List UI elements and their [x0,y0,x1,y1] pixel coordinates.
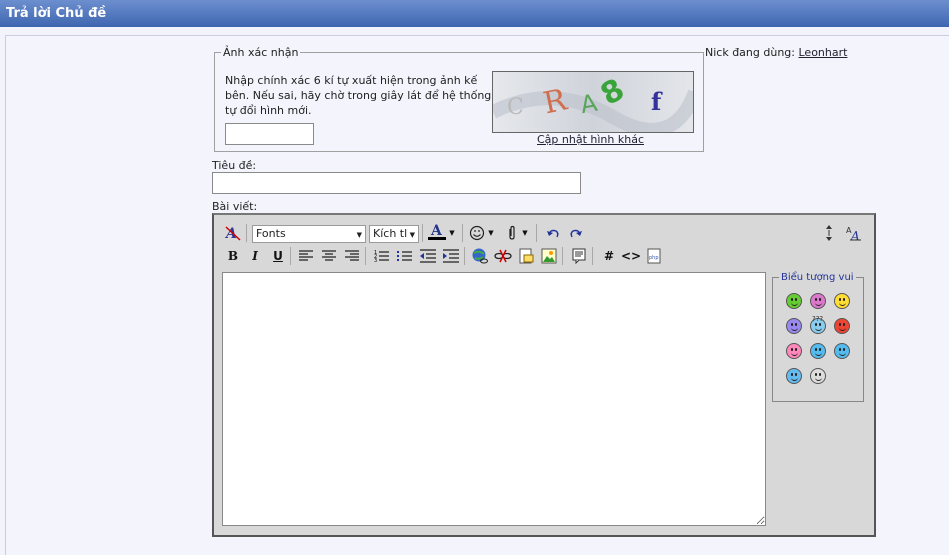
code-icon[interactable]: <> [621,246,641,266]
smiley-angry-icon[interactable] [834,318,850,334]
title-input[interactable] [212,172,581,194]
page-header: Trả lời Chủ đề [0,0,949,27]
quote-icon[interactable] [569,246,589,266]
smiley-grin-icon[interactable] [786,293,802,309]
body-label: Bài viết: [212,200,258,213]
resize-icon[interactable] [822,223,836,243]
redo-icon[interactable] [566,223,586,243]
insert-email-icon[interactable] [516,246,536,266]
smiley-shocked-icon[interactable] [810,368,826,384]
insert-image-icon[interactable] [539,246,559,266]
remove-format-icon[interactable]: A [223,223,243,243]
captcha-char: A [578,89,600,120]
indent-icon[interactable] [441,246,461,266]
undo-icon[interactable] [543,223,563,243]
size-select-value: Kích tl [373,227,408,240]
hash-icon[interactable]: # [599,246,619,266]
smiley-big-smile-icon[interactable] [810,293,826,309]
captcha-legend: Ảnh xác nhận [223,46,299,59]
font-select[interactable]: Fonts ▼ [252,225,366,243]
smiley-sad-icon[interactable] [786,318,802,334]
captcha-fieldset: Ảnh xác nhận Nhập chính xác 6 kí tự xuất… [214,46,704,152]
captcha-char: f [651,87,663,116]
smiley-cool-icon[interactable] [786,368,802,384]
rich-text-editor: A Fonts ▼ Kích tl ▼ A ▼ ▼ ▼ AA B I U 1 2… [212,213,876,537]
svg-text:php: php [649,255,659,261]
align-center-icon[interactable] [319,246,339,266]
captcha-char: C [507,95,524,120]
captcha-char: R [540,82,571,121]
captcha-input[interactable] [225,123,314,145]
title-label: Tiêu đề: [212,159,257,172]
switch-mode-icon[interactable]: AA [844,223,864,243]
bold-icon[interactable]: B [223,246,243,266]
remove-link-icon[interactable] [493,246,513,266]
captcha-image: C R A 8 f [492,71,694,133]
current-user: Nick đang dùng: Leonhart [705,46,847,59]
captcha-refresh-link[interactable]: Cập nhật hình khác [537,133,644,146]
smiley-laugh-icon[interactable] [834,343,850,359]
insert-link-icon[interactable] [470,246,490,266]
smilies-legend: Biểu tượng vui [781,272,854,283]
smiley-wink-icon[interactable] [810,343,826,359]
page-title: Trả lời Chủ đề [6,6,107,21]
size-select[interactable]: Kích tl ▼ [369,225,419,243]
chevron-down-icon[interactable]: ▼ [486,223,496,243]
smiley-question-text: ??? [812,315,824,323]
underline-icon[interactable]: U [268,246,288,266]
attachment-icon[interactable] [502,223,522,243]
align-right-icon[interactable] [342,246,362,266]
svg-text:A: A [430,223,443,239]
smiley-smile-icon[interactable] [834,293,850,309]
align-left-icon[interactable] [296,246,316,266]
smiley-icon[interactable] [467,223,487,243]
ordered-list-icon[interactable]: 123 [372,246,392,266]
chevron-down-icon[interactable]: ▼ [447,223,457,243]
captcha-instructions: Nhập chính xác 6 kí tự xuất hiện trong ả… [225,74,492,117]
outdent-icon[interactable] [418,246,438,266]
php-icon[interactable]: php [644,246,664,266]
svg-text:3: 3 [374,258,377,263]
current-user-label: Nick đang dùng: [705,46,795,59]
message-body-textarea[interactable] [222,272,766,526]
unordered-list-icon[interactable] [395,246,415,266]
font-color-icon[interactable]: A [425,222,449,242]
font-select-value: Fonts [256,227,286,240]
italic-icon[interactable]: I [245,246,265,266]
smiley-tongue-icon[interactable] [786,343,802,359]
chevron-down-icon[interactable]: ▼ [520,223,530,243]
current-user-link[interactable]: Leonhart [799,46,848,59]
captcha-image-art: C R A 8 f [493,72,693,132]
